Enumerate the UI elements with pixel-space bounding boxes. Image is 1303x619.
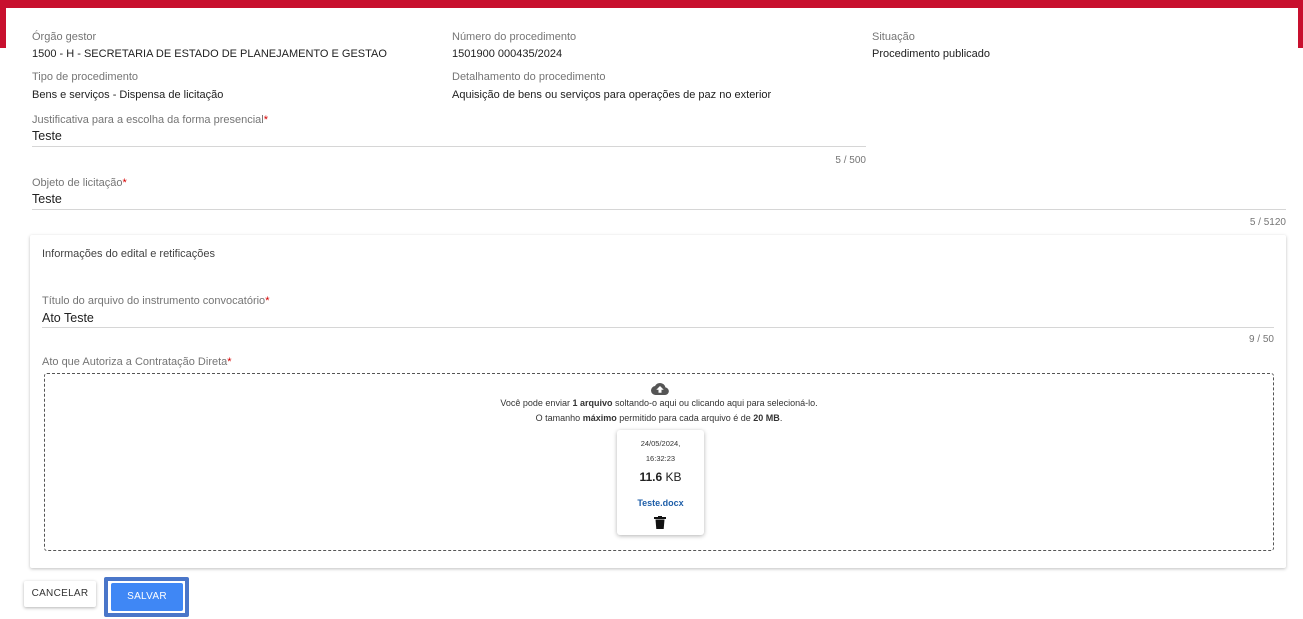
dropzone-text: soltando-o aqui ou clicando aqui para se…	[612, 398, 818, 408]
orgao-value: 1500 - H - SECRETARIA DE ESTADO DE PLANE…	[32, 48, 387, 60]
file-size-number: 11.6	[639, 470, 663, 484]
required-mark: *	[122, 177, 127, 189]
edital-card-title: Informações do edital e retificações	[42, 248, 216, 260]
detalhamento-label: Detalhamento do procedimento	[452, 71, 606, 83]
cancel-button[interactable]: CANCELAR	[24, 581, 96, 607]
required-mark: *	[227, 356, 232, 368]
file-date: 24/05/2024,	[640, 439, 681, 448]
objeto-underline	[32, 209, 1286, 210]
objeto-label-text: Objeto de licitação	[32, 177, 123, 189]
dropzone-text: Você pode enviar	[500, 398, 573, 408]
justificativa-label-text: Justificativa para a escolha da forma pr…	[32, 114, 264, 126]
ato-label-text: Ato que Autoriza a Contratação Direta	[42, 356, 228, 368]
file-time: 16:32:23	[645, 454, 676, 463]
dropzone-text: .	[779, 413, 783, 423]
top-brand-bar	[0, 0, 1303, 8]
justificativa-label: Justificativa para a escolha da forma pr…	[32, 114, 268, 126]
file-dropzone[interactable]: Você pode enviar 1 arquivo soltando-o aq…	[44, 373, 1274, 551]
file-name-link[interactable]: Teste.docx	[617, 498, 704, 508]
numero-label: Número do procedimento	[452, 31, 577, 43]
file-size-unit: KB	[662, 470, 682, 484]
numero-value: 1501900 000435/2024	[452, 48, 563, 60]
edital-card: Informações do edital e retificações Tít…	[30, 235, 1286, 568]
titulo-arquivo-label-text: Título do arquivo do instrumento convoca…	[42, 295, 266, 307]
titulo-arquivo-input[interactable]: Ato Teste	[42, 311, 94, 325]
titulo-arquivo-underline	[42, 327, 1274, 328]
situacao-value: Procedimento publicado	[872, 48, 991, 60]
objeto-input[interactable]: Teste	[32, 192, 62, 206]
ato-label: Ato que Autoriza a Contratação Direta*	[42, 356, 232, 368]
situacao-label: Situação	[872, 31, 915, 43]
dropzone-max-size: 20 MB	[753, 413, 780, 423]
uploaded-file-card: 24/05/2024, 16:32:23 11.6 KB Teste.docx	[617, 430, 704, 535]
objeto-counter: 5 / 5120	[1249, 217, 1286, 228]
detalhamento-value: Aquisição de bens ou serviços para opera…	[452, 89, 772, 101]
cloud-upload-icon	[651, 382, 669, 395]
file-size: 11.6 KB	[617, 470, 704, 484]
required-mark: *	[263, 114, 269, 126]
trash-icon[interactable]	[654, 516, 666, 529]
dropzone-instructions: Você pode enviar 1 arquivo soltando-o aq…	[45, 398, 1273, 408]
titulo-arquivo-counter: 9 / 50	[1248, 334, 1274, 345]
dropzone-file-count: 1 arquivo	[572, 398, 613, 408]
justificativa-underline	[32, 146, 866, 147]
tipo-value: Bens e serviços - Dispensa de licitação	[32, 89, 224, 101]
justificativa-input[interactable]: Teste	[32, 129, 62, 143]
dropzone-max-word: máximo	[582, 413, 617, 423]
dropzone-text: O tamanho	[535, 413, 583, 423]
orgao-label: Órgão gestor	[32, 31, 97, 43]
justificativa-counter: 5 / 500	[835, 155, 866, 166]
right-brand-bar	[1298, 0, 1303, 48]
dropzone-text: permitido para cada arquivo é de	[616, 413, 754, 423]
form-page: Órgão gestor 1500 - H - SECRETARIA DE ES…	[6, 8, 1298, 619]
titulo-arquivo-label: Título do arquivo do instrumento convoca…	[42, 295, 269, 307]
tipo-label: Tipo de procedimento	[32, 71, 138, 83]
save-button[interactable]: SALVAR	[111, 583, 183, 611]
required-mark: *	[265, 295, 270, 307]
dropzone-size-limit: O tamanho máximo permitido para cada arq…	[45, 413, 1273, 423]
objeto-label: Objeto de licitação*	[32, 177, 127, 189]
